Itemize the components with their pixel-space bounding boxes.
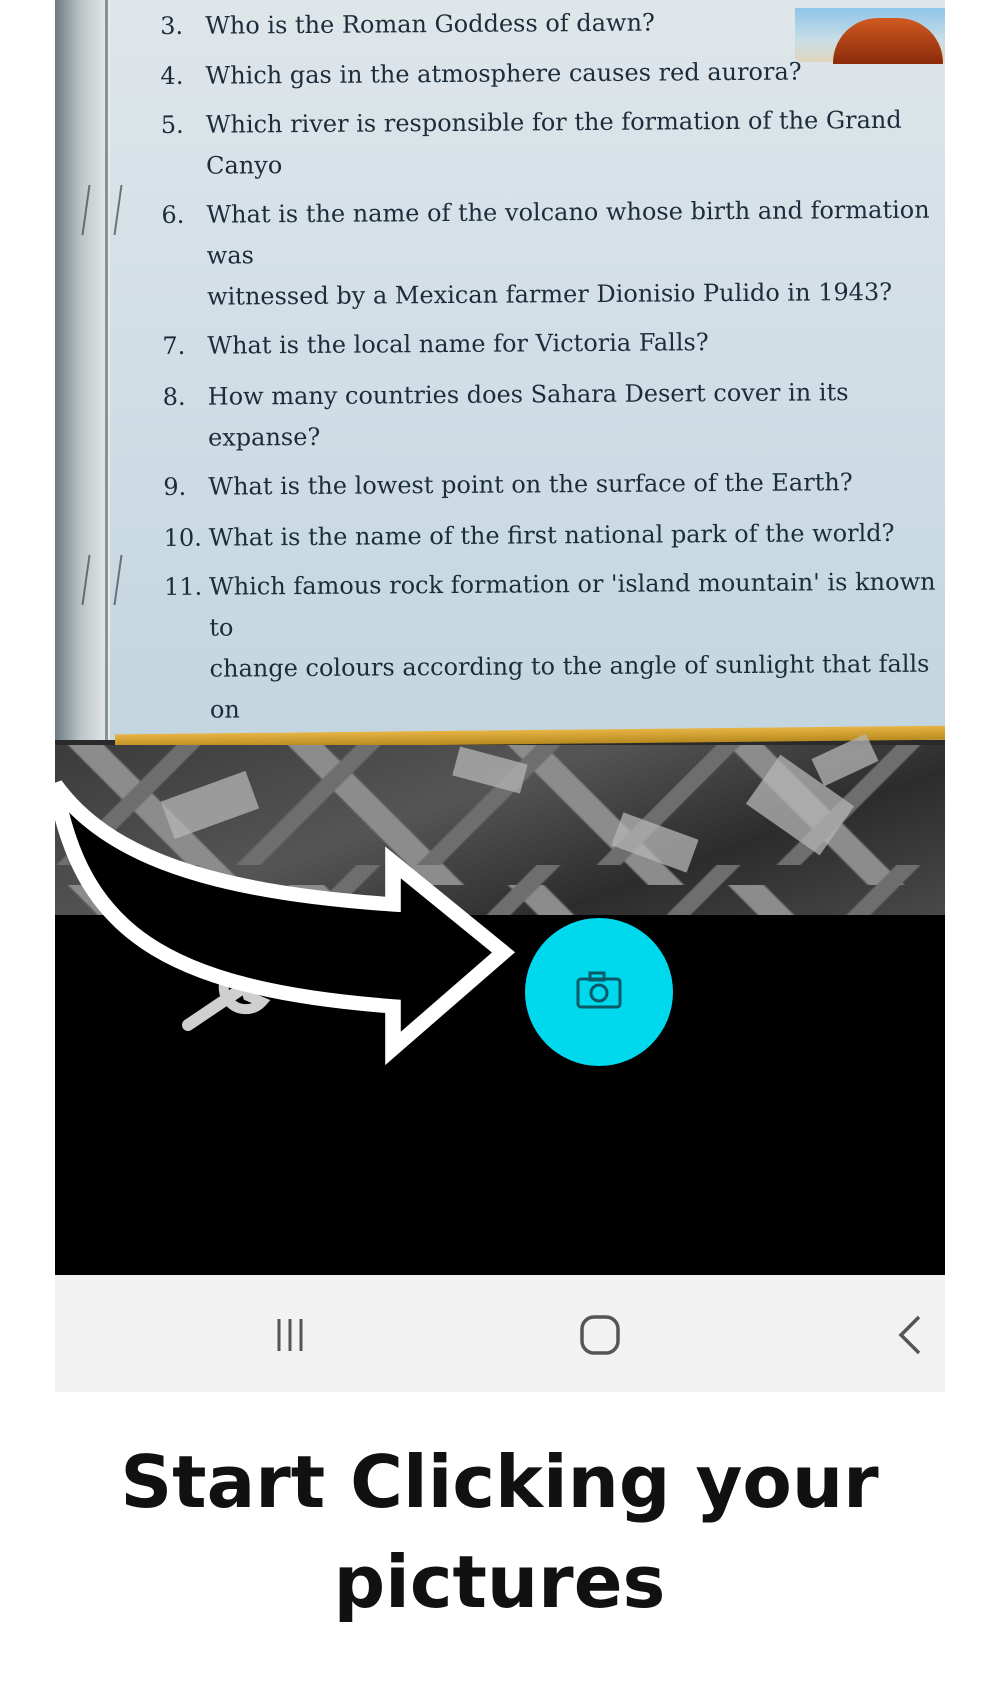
- question-number: 9.: [163, 472, 187, 501]
- question-item: 6. What is the name of the volcano whose …: [161, 189, 945, 318]
- caption: Start Clicking your pictures: [0, 1432, 999, 1632]
- book-spine: [105, 0, 108, 740]
- question-number: 10.: [163, 523, 202, 552]
- question-number: 3.: [160, 11, 184, 40]
- binding-stitch: [81, 185, 123, 235]
- question-item: 5. Which river is responsible for the for…: [161, 99, 945, 187]
- question-item: 9. What is the lowest point on the surfac…: [163, 461, 945, 508]
- question-number: 11.: [163, 572, 203, 601]
- question-item: 8. How many countries does Sahara Desert …: [163, 371, 945, 459]
- question-number: 8.: [162, 382, 186, 411]
- caption-line-2: pictures: [333, 1540, 666, 1624]
- home-icon[interactable]: [570, 1305, 630, 1365]
- navigation-bar: [55, 1275, 945, 1392]
- book-page: 3. Who is the Roman Goddess of dawn? 4. Whi…: [55, 0, 945, 775]
- question-list: 3. Who is the Roman Goddess of dawn? 4. Whi…: [160, 0, 945, 781]
- question-text: How many countries does Sahara Desert co…: [207, 378, 849, 452]
- phone-screen: 3. Who is the Roman Goddess of dawn? 4. Whi…: [55, 0, 945, 1392]
- floor-pattern: [452, 746, 528, 794]
- question-text: Which famous rock formation or 'island m…: [208, 567, 936, 724]
- question-number: 6.: [161, 200, 185, 229]
- back-icon[interactable]: [880, 1305, 940, 1365]
- question-number: 4.: [160, 61, 184, 90]
- question-text: What is the lowest point on the surface …: [208, 468, 853, 501]
- question-item: 7. What is the local name for Victoria Fa…: [162, 320, 945, 367]
- caption-line-1: Start Clicking your: [120, 1440, 879, 1524]
- camera-icon: [575, 970, 623, 1014]
- question-text: Which river is responsible for the forma…: [205, 105, 902, 180]
- question-text: What is the name of the volcano whose bi…: [206, 195, 930, 311]
- shutter-button[interactable]: [525, 918, 673, 1066]
- question-number: 7.: [162, 331, 186, 360]
- question-text: Which gas in the atmosphere causes red a…: [205, 57, 802, 90]
- recent-apps-icon[interactable]: [260, 1305, 320, 1365]
- wrench-icon[interactable]: [170, 950, 280, 1040]
- floor-pattern: [160, 770, 260, 840]
- floor-pattern: [611, 812, 699, 873]
- question-item: 11. Which famous rock formation or 'islan…: [164, 561, 945, 731]
- question-text: What is the local name for Victoria Fall…: [207, 328, 709, 360]
- floor-background: [55, 733, 945, 915]
- question-number: 5.: [160, 110, 184, 139]
- camera-viewfinder: 3. Who is the Roman Goddess of dawn? 4. Whi…: [55, 0, 945, 915]
- question-text: What is the name of the first national p…: [208, 518, 895, 552]
- question-item: 10. What is the name of the first nationa…: [164, 512, 945, 559]
- binding-stitch: [81, 555, 123, 605]
- left-page-edge: [55, 0, 123, 740]
- question-item: 3. Who is the Roman Goddess of dawn?: [160, 0, 945, 47]
- question-text: Who is the Roman Goddess of dawn?: [205, 8, 655, 40]
- question-item: 4. Which gas in the atmosphere causes red…: [160, 50, 945, 97]
